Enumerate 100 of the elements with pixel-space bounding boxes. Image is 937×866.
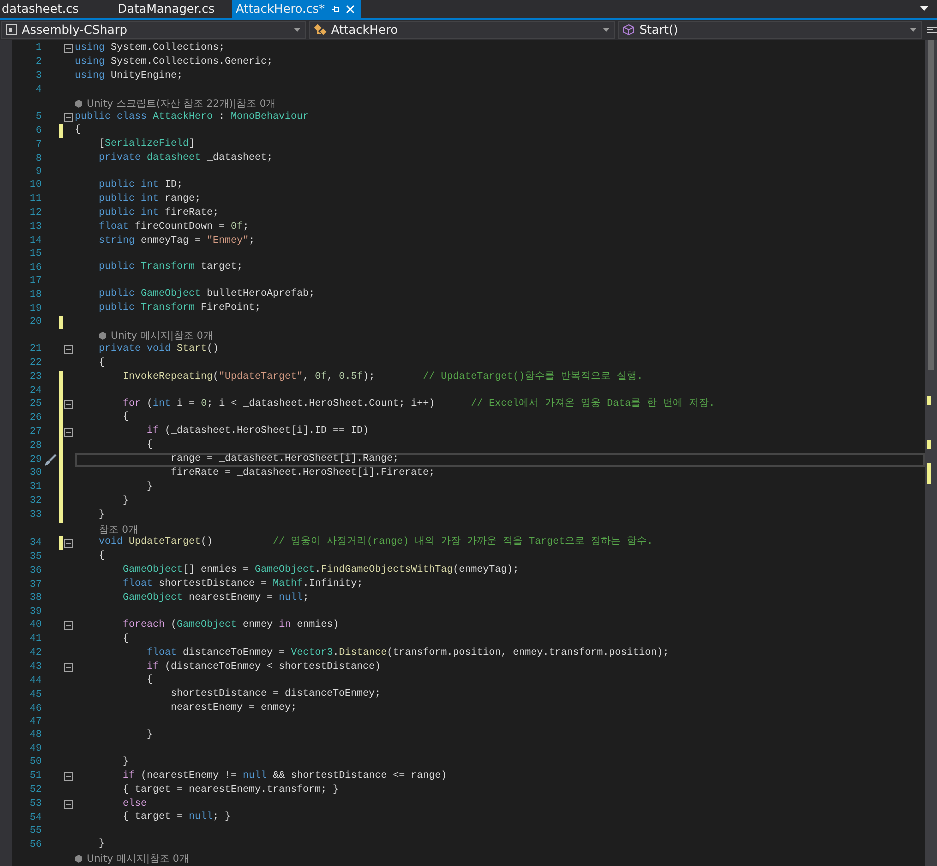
code-line: using System.Collections; [75,42,226,56]
line-number: 49 [28,744,42,755]
line-number: 13 [28,222,42,234]
line-number: 30 [28,468,42,480]
line-number: 43 [28,662,42,673]
collapse-toggle[interactable] [64,538,73,548]
file-tab[interactable]: AttackHero.cs* [232,0,362,18]
code-line: GameObject nearestEnemy = null; [122,592,310,606]
class-icon [314,24,328,36]
code-line: } [98,838,106,852]
code-line: { [146,439,154,454]
collapse-toggle[interactable] [64,345,73,354]
dropdown-caret-icon[interactable] [920,6,929,12]
line-number: 29 [28,454,42,466]
line-number: 42 [28,648,42,660]
collapse-toggle[interactable] [64,662,73,672]
line-number: 5 [34,112,42,123]
code-line: { [75,124,82,138]
collapse-toggle[interactable] [64,44,73,54]
line-number: 17 [28,276,42,288]
code-line: float distanceToEnmey = Vector3.Distance(transform.position, enmey.transform.position); [146,646,670,661]
code-line: GameObject[] enmies = GameObject.FindGameObjectsWithTag(enmeyTag); [122,564,520,578]
line-number: 24 [28,386,42,397]
line-number: 32 [28,496,42,508]
line-number: 52 [28,785,42,796]
line-number: 2 [34,57,42,68]
line-number: 46 [28,704,42,715]
line-number: 9 [34,167,42,178]
code-line: [SerializeField] [98,138,196,152]
code-line: { [98,550,106,564]
vertical-scrollbar[interactable] [925,40,937,866]
code-line: { [122,411,130,426]
file-tab[interactable]: DataManager.cs [116,0,232,18]
split-icon[interactable] [927,26,937,34]
line-number: 37 [28,580,42,591]
line-number: 10 [28,180,42,192]
close-icon[interactable] [346,4,356,14]
line-number: 31 [28,482,42,494]
code-line: public int range; [98,192,202,207]
dropdown-caret-icon [602,28,610,32]
code-line: private datasheet _datasheet; [98,152,274,166]
navigation-dropdown[interactable]: AttackHero [309,21,615,39]
paintbrush-icon[interactable] [44,454,56,467]
code-line: } [146,729,154,743]
collapse-toggle[interactable] [64,400,73,409]
line-number: 40 [28,620,42,632]
line-number: 54 [28,812,42,824]
dropdown-caret-icon [294,28,302,32]
cube-icon [622,24,636,36]
line-number: 26 [28,412,42,424]
code-line: fireRate = _datasheet.HeroSheet[i].Firerate; [170,466,436,481]
navigation-dropdown[interactable]: Assembly-CSharp [1,21,306,39]
line-number: 27 [28,426,42,438]
code-line: { [98,356,106,371]
code-line: { target = null; } [122,811,232,826]
code-line: } [122,494,130,509]
line-number: 6 [34,126,42,137]
code-line: nearestEnemy = enmey; [170,702,298,716]
collapse-toggle[interactable] [64,112,73,122]
dropdown-caret-icon [910,28,918,32]
navigation-dropdown[interactable]: Start() [618,21,922,39]
codelens-link[interactable]: Unity 스크립트(자산 참조 22개)|참조 0개 [87,96,276,111]
line-number: 45 [28,690,42,701]
line-number: 3 [34,71,42,82]
collapse-toggle[interactable] [64,621,73,630]
line-number: 35 [28,552,42,563]
code-line: private void Start() [98,342,220,357]
line-number: 1 [34,43,42,54]
code-line: else [122,798,148,812]
code-line: { [122,632,130,647]
code-line: for (int i = 0; i < _datasheet.HeroSheet.Count; i++) // Excel에서 가져온 영웅 Data를 한 번에 저장. [122,398,716,412]
codelens-link[interactable]: Unity 메시지|참조 0개 [87,852,190,866]
collapse-toggle[interactable] [64,428,73,437]
line-number: 44 [28,676,42,687]
code-line: if (nearestEnemy != null && shortestDistance <= range) [122,770,448,784]
file-tab[interactable]: datasheet.cs [0,0,116,18]
code-line: { target = nearestEnemy.transform; } [122,784,340,798]
line-number: 28 [28,440,42,452]
code-line: public Transform FirePoint; [98,302,262,316]
codelens-link[interactable]: 참조 0개 [99,522,139,536]
line-number: 51 [28,771,42,782]
collapse-toggle[interactable] [64,800,73,809]
codelens-link[interactable]: Unity 메시지|참조 0개 [111,328,214,343]
line-number: 50 [28,757,42,768]
line-number: 7 [34,140,42,151]
line-number: 18 [28,290,42,301]
line-number: 8 [34,154,42,165]
line-number: 48 [28,730,42,742]
line-number: 55 [28,826,42,838]
line-number: 39 [28,606,42,618]
code-line: void UpdateTarget() // 영웅이 사정거리(range) 내의 가장 가까운 적을 Target으로 정하는 함수. [98,536,654,550]
collapse-toggle[interactable] [64,772,73,782]
code-line: range = _datasheet.HeroSheet[i].Range; [75,453,925,467]
line-number: 20 [28,317,42,328]
line-number: 16 [28,262,42,274]
code-line: foreach (GameObject enmey in enmies) [122,618,340,633]
line-number: 15 [28,249,42,260]
pin-icon[interactable] [331,4,340,14]
project-icon [6,24,18,36]
line-number: 36 [28,566,42,577]
